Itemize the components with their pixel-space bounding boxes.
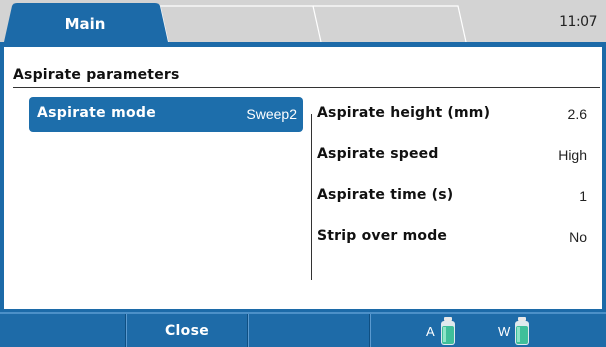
tab-main-label: Main: [64, 15, 106, 33]
aspirate-time-value: 1: [579, 188, 587, 204]
aspirate-speed-value: High: [558, 147, 587, 163]
bottle-a-indicator: A: [426, 316, 466, 346]
aspirate-height-label: Aspirate height (mm): [317, 105, 491, 121]
strip-over-mode-label: Strip over mode: [317, 228, 448, 244]
tab-4[interactable]: [466, 5, 546, 42]
aspirate-mode-value: Sweep2: [246, 106, 297, 122]
aspirate-mode-item[interactable]: Aspirate mode Sweep2: [29, 97, 303, 132]
bottle-icon: [515, 317, 529, 345]
close-button[interactable]: Close: [126, 314, 248, 347]
aspirate-height-item[interactable]: Aspirate height (mm) 2.6: [317, 97, 587, 138]
aspirate-speed-label: Aspirate speed: [317, 146, 439, 162]
aspirate-time-item[interactable]: Aspirate time (s) 1: [317, 179, 587, 220]
tab-bar: Main 11:07: [0, 0, 606, 42]
softkey-3[interactable]: [248, 314, 370, 347]
tab-main[interactable]: Main: [10, 5, 160, 42]
aspirate-mode-label: Aspirate mode: [37, 105, 157, 121]
page-title: Aspirate parameters: [13, 67, 180, 83]
left-parameter-list: Aspirate mode Sweep2: [29, 97, 303, 132]
status-area: [370, 314, 606, 347]
right-parameter-list: Aspirate height (mm) 2.6 Aspirate speed …: [317, 97, 587, 261]
softkey-1[interactable]: [0, 314, 126, 347]
strip-over-mode-value: No: [569, 229, 587, 245]
aspirate-speed-item[interactable]: Aspirate speed High: [317, 138, 587, 179]
clock: 11:07: [559, 14, 597, 30]
tab-3[interactable]: [321, 5, 461, 42]
title-underline: [13, 87, 600, 88]
column-divider: [311, 114, 312, 280]
bottle-w-label: W: [498, 324, 511, 339]
main-panel: Aspirate parameters Aspirate mode Sweep2…: [0, 42, 606, 312]
tab-2[interactable]: [168, 5, 313, 42]
aspirate-time-label: Aspirate time (s): [317, 187, 454, 203]
bottle-w-indicator: W: [498, 316, 542, 346]
strip-over-mode-item[interactable]: Strip over mode No: [317, 220, 587, 261]
bottle-a-label: A: [426, 324, 435, 339]
aspirate-height-value: 2.6: [567, 106, 587, 122]
softkey-bar: Close A W: [0, 312, 606, 347]
close-button-label: Close: [164, 323, 210, 339]
bottle-icon: [441, 317, 455, 345]
panel-top-rule: [4, 42, 602, 47]
